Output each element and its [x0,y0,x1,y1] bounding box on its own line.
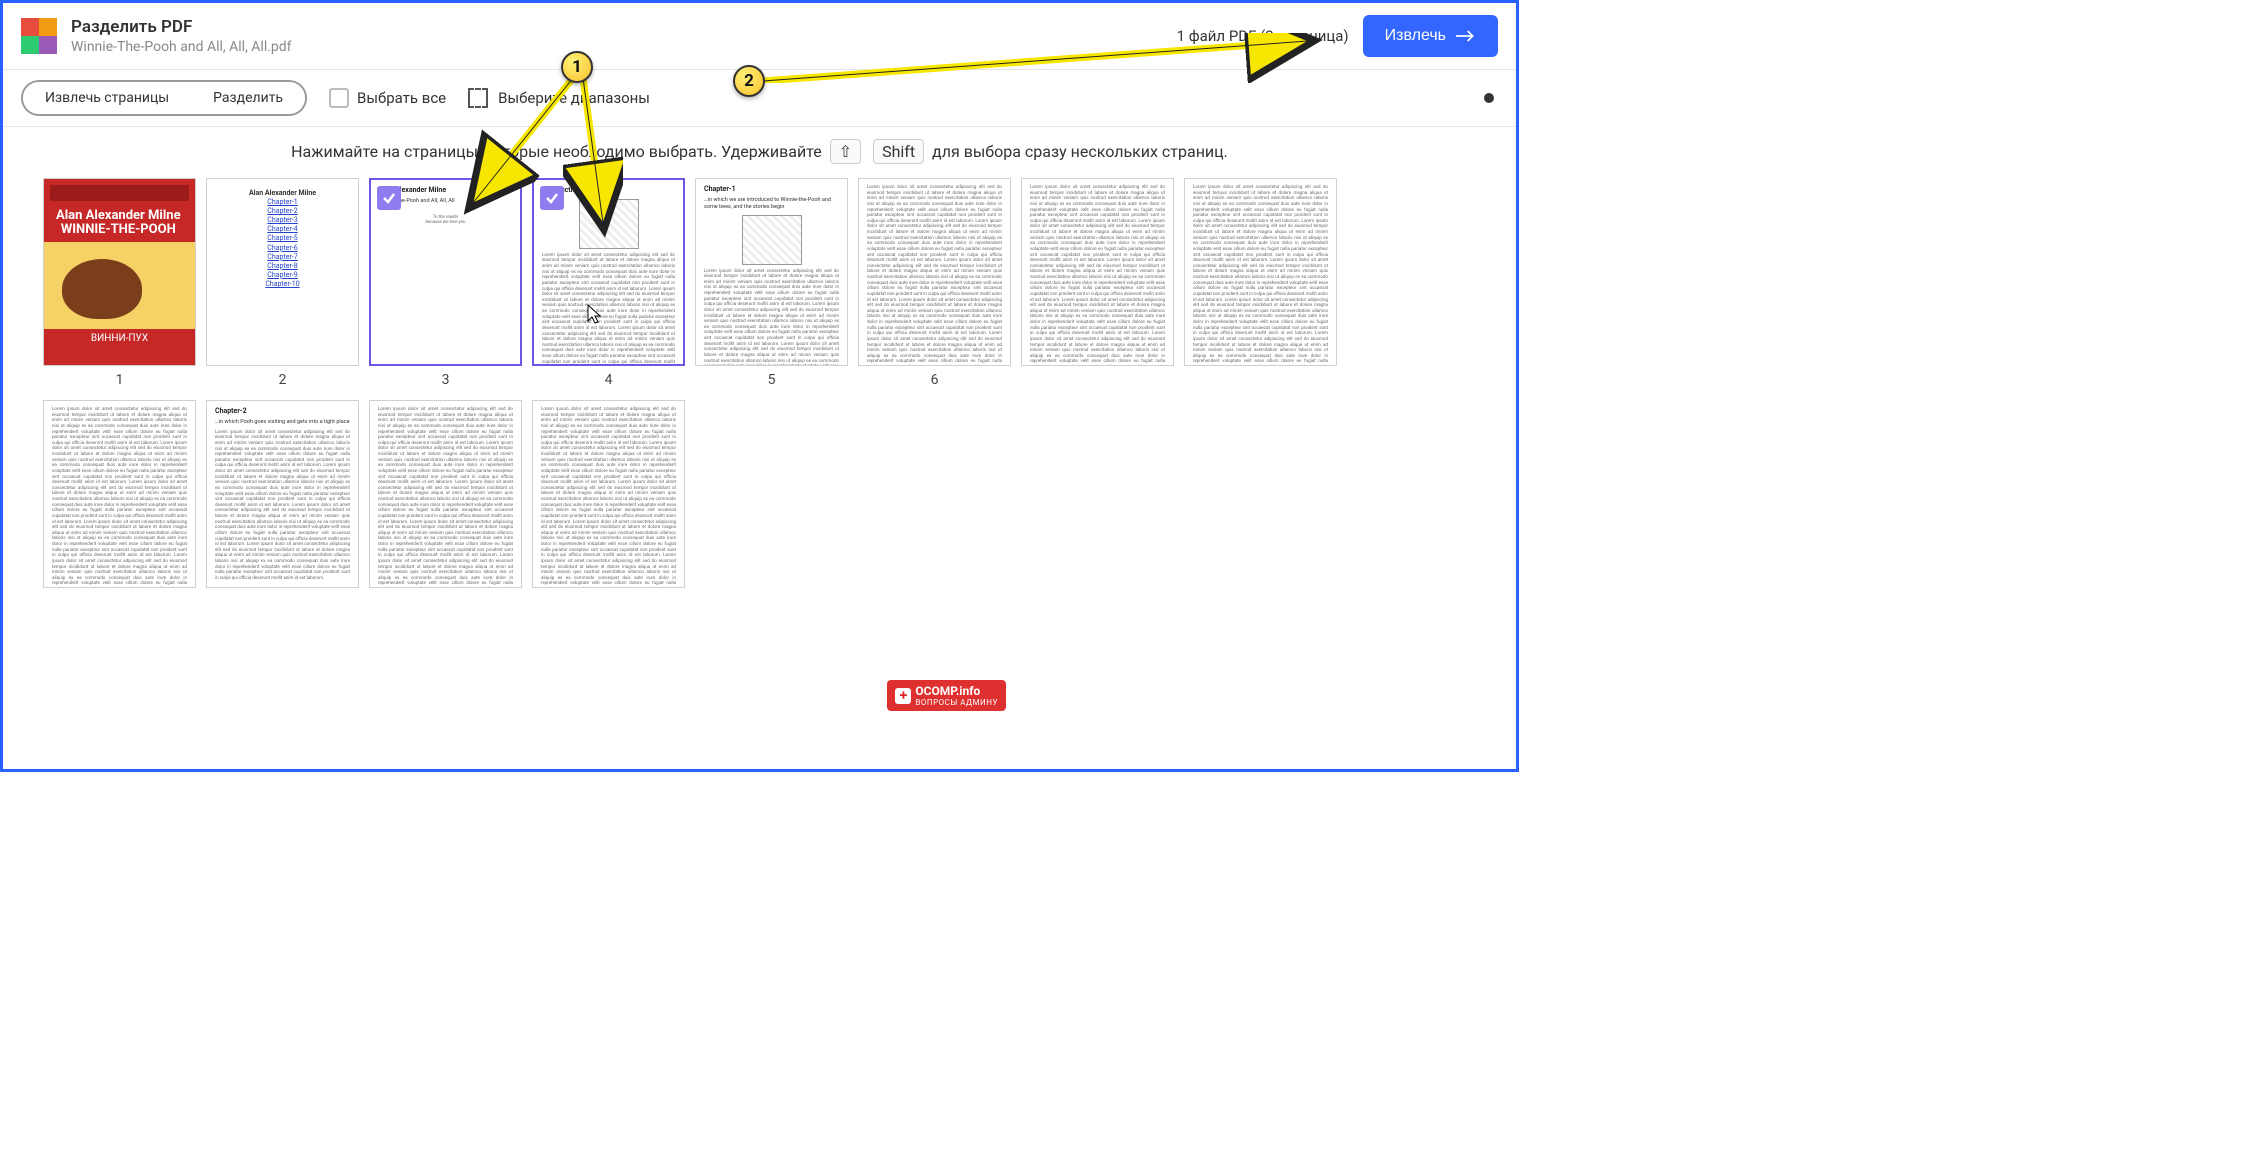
page-number: 5 [695,372,848,388]
page-item: Alan Alexander MilneWINNIE-THE-POOHВИННИ… [43,178,196,388]
page-item: Chapter-2…in which Pooh goes visiting an… [206,400,359,588]
page-item: Lorem ipsum dolor sit amet consectetur a… [43,400,196,588]
page-thumbnail[interactable]: Lorem ipsum dolor sit amet consectetur a… [1021,178,1174,366]
check-icon [540,186,564,210]
hint-prefix: Нажимайте на страницы, которые необходим… [291,142,822,161]
hint-text: Нажимайте на страницы, которые необходим… [3,127,1516,172]
page-item: IntroductionLorem ipsum dolor sit amet c… [532,178,685,388]
page-thumbnail[interactable]: Lorem ipsum dolor sit amet consectetur a… [532,400,685,588]
page-item: Lorem ipsum dolor sit amet consectetur a… [532,400,685,588]
header-titles: Разделить PDF Winnie-The-Pooh and All, A… [71,17,1177,55]
arrow-right-icon [1456,29,1476,43]
watermark-title: OCOMP.info [915,684,980,698]
checkbox-icon [329,88,349,108]
file-name: Winnie-The-Pooh and All, All, All.pdf [71,39,1177,55]
header: Разделить PDF Winnie-The-Pooh and All, A… [3,3,1516,70]
select-all-checkbox[interactable]: Выбрать все [329,88,446,108]
page-item: Lorem ipsum dolor sit amet consectetur a… [1184,178,1337,388]
extract-button[interactable]: Извлечь [1363,15,1498,57]
watermark: + OCOMP.info ВОПРОСЫ АДМИНУ [887,680,1006,711]
kbd-shift-symbol: ⇧ [830,139,861,164]
annotation-badge-1: 1 [561,51,593,83]
page-item: Alan Alexander MilneWinnie-the-Pooh and … [369,178,522,388]
page-thumbnail[interactable]: Lorem ipsum dolor sit amet consectetur a… [858,178,1011,366]
file-info: 1 файл PDF (2 страница) [1177,27,1349,45]
pages-grid: Alan Alexander MilneWINNIE-THE-POOHВИННИ… [3,172,1516,594]
page-thumbnail[interactable]: Lorem ipsum dolor sit amet consectetur a… [43,400,196,588]
extract-button-label: Извлечь [1385,27,1446,45]
page-thumbnail[interactable]: Lorem ipsum dolor sit amet consectetur a… [369,400,522,588]
page-title: Разделить PDF [71,17,1177,37]
page-item: Lorem ipsum dolor sit amet consectetur a… [369,400,522,588]
hint-suffix: для выбора сразу нескольких страниц. [932,142,1228,161]
page-thumbnail[interactable]: Chapter-1…in which we are introduced to … [695,178,848,366]
page-number: 4 [532,372,685,388]
tab-split[interactable]: Разделить [191,82,305,114]
select-ranges-button[interactable]: Выберите диапазоны [468,88,650,108]
page-number: 2 [206,372,359,388]
watermark-subtitle: ВОПРОСЫ АДМИНУ [915,698,998,707]
plus-icon: + [895,688,911,704]
select-all-label: Выбрать все [357,89,446,107]
page-number: 6 [858,372,1011,388]
select-ranges-label: Выберите диапазоны [498,89,650,107]
annotation-badge-2: 2 [733,65,765,97]
tab-extract-pages[interactable]: Извлечь страницы [23,82,191,114]
page-number: 1 [43,372,196,388]
page-thumbnail[interactable]: Alan Alexander MilneWinnie-the-Pooh and … [369,178,522,366]
page-thumbnail[interactable]: Lorem ipsum dolor sit amet consectetur a… [1184,178,1337,366]
page-item: Lorem ipsum dolor sit amet consectetur a… [1021,178,1174,388]
mode-tabs: Извлечь страницы Разделить [21,80,307,116]
page-thumbnail[interactable]: Alan Alexander MilneChapter-1Chapter-2Ch… [206,178,359,366]
page-number: 3 [369,372,522,388]
page-thumbnail[interactable]: Alan Alexander MilneWINNIE-THE-POOHВИННИ… [43,178,196,366]
page-thumbnail[interactable]: Chapter-2…in which Pooh goes visiting an… [206,400,359,588]
ranges-icon [468,88,488,108]
page-item: Chapter-1…in which we are introduced to … [695,178,848,388]
page-item: Alan Alexander MilneChapter-1Chapter-2Ch… [206,178,359,388]
page-thumbnail[interactable]: IntroductionLorem ipsum dolor sit amet c… [532,178,685,366]
app-logo-icon [21,18,57,54]
cursor-icon [585,303,603,327]
kbd-shift: Shift [873,139,924,164]
zoom-slider-handle[interactable] [1484,93,1494,103]
check-icon [377,186,401,210]
page-item: Lorem ipsum dolor sit amet consectetur a… [858,178,1011,388]
